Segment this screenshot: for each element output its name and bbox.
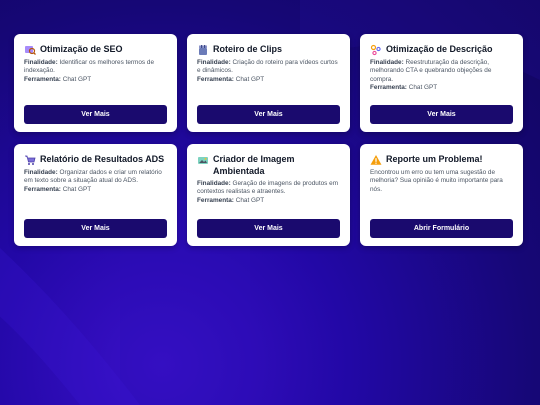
sparkle-icon [370, 44, 382, 56]
card-header: Criador de Imagem Ambientada [197, 153, 340, 177]
card-header: Otimização de Descrição [370, 43, 513, 56]
purpose-label: Finalidade: [24, 169, 58, 176]
card-title: Roteiro de Clips [213, 44, 283, 54]
warning-icon [370, 154, 382, 166]
card-seo: Otimização de SEO Finalidade: Identifica… [14, 34, 177, 132]
purpose-label: Finalidade: [24, 59, 58, 66]
card-ambient-image: Criador de Imagem Ambientada Finalidade:… [187, 144, 350, 246]
tool-label: Ferramenta: [197, 196, 234, 204]
ver-mais-button[interactable]: Ver Mais [370, 105, 513, 124]
purpose-label: Finalidade: [197, 59, 231, 66]
tool-label: Ferramenta: [370, 84, 407, 92]
tool-text: Chat GPT [62, 75, 92, 83]
image-icon [197, 154, 209, 166]
card-description-optimization: Otimização de Descrição Finalidade: Rees… [360, 34, 523, 132]
tool-label: Ferramenta: [24, 75, 61, 83]
report-description: Encontrou um erro ou tem uma sugestão de… [370, 169, 503, 193]
tool-text: Chat GPT [408, 84, 438, 92]
card-description: Finalidade: Organizar dados e criar um r… [24, 169, 167, 194]
card-description: Finalidade: Identificar os melhores term… [24, 59, 167, 84]
card-header: Reporte um Problema! [370, 153, 513, 166]
tool-text: Chat GPT [62, 185, 92, 193]
clapper-icon [197, 44, 209, 56]
card-report-problem: Reporte um Problema! Encontrou um erro o… [360, 144, 523, 246]
ver-mais-button[interactable]: Ver Mais [197, 105, 340, 124]
tool-label: Ferramenta: [24, 185, 61, 193]
card-ads-report: Relatório de Resultados ADS Finalidade: … [14, 144, 177, 246]
card-header: Relatório de Resultados ADS [24, 153, 167, 166]
card-title: Otimização de Descrição [386, 44, 493, 54]
cards-grid: Otimização de SEO Finalidade: Identifica… [14, 34, 523, 246]
tool-text: Chat GPT [235, 196, 265, 204]
card-clips: Roteiro de Clips Finalidade: Criação do … [187, 34, 350, 132]
ver-mais-button[interactable]: Ver Mais [24, 105, 167, 124]
card-description: Finalidade: Geração de imagens de produt… [197, 180, 340, 205]
card-title: Otimização de SEO [40, 44, 123, 54]
open-form-button[interactable]: Abrir Formulário [370, 219, 513, 238]
ver-mais-button[interactable]: Ver Mais [197, 219, 340, 238]
card-description: Finalidade: Criação do roteiro para víde… [197, 59, 340, 84]
card-description: Finalidade: Reestruturação da descrição,… [370, 59, 513, 93]
card-header: Otimização de SEO [24, 43, 167, 56]
seo-icon [24, 44, 36, 56]
purpose-label: Finalidade: [197, 180, 231, 187]
card-title: Criador de Imagem Ambientada [213, 154, 295, 176]
ver-mais-button[interactable]: Ver Mais [24, 219, 167, 238]
cart-icon [24, 154, 36, 166]
tool-label: Ferramenta: [197, 75, 234, 83]
card-title: Relatório de Resultados ADS [40, 154, 165, 164]
purpose-label: Finalidade: [370, 59, 404, 66]
tool-text: Chat GPT [235, 75, 265, 83]
card-header: Roteiro de Clips [197, 43, 340, 56]
card-title: Reporte um Problema! [386, 154, 483, 164]
